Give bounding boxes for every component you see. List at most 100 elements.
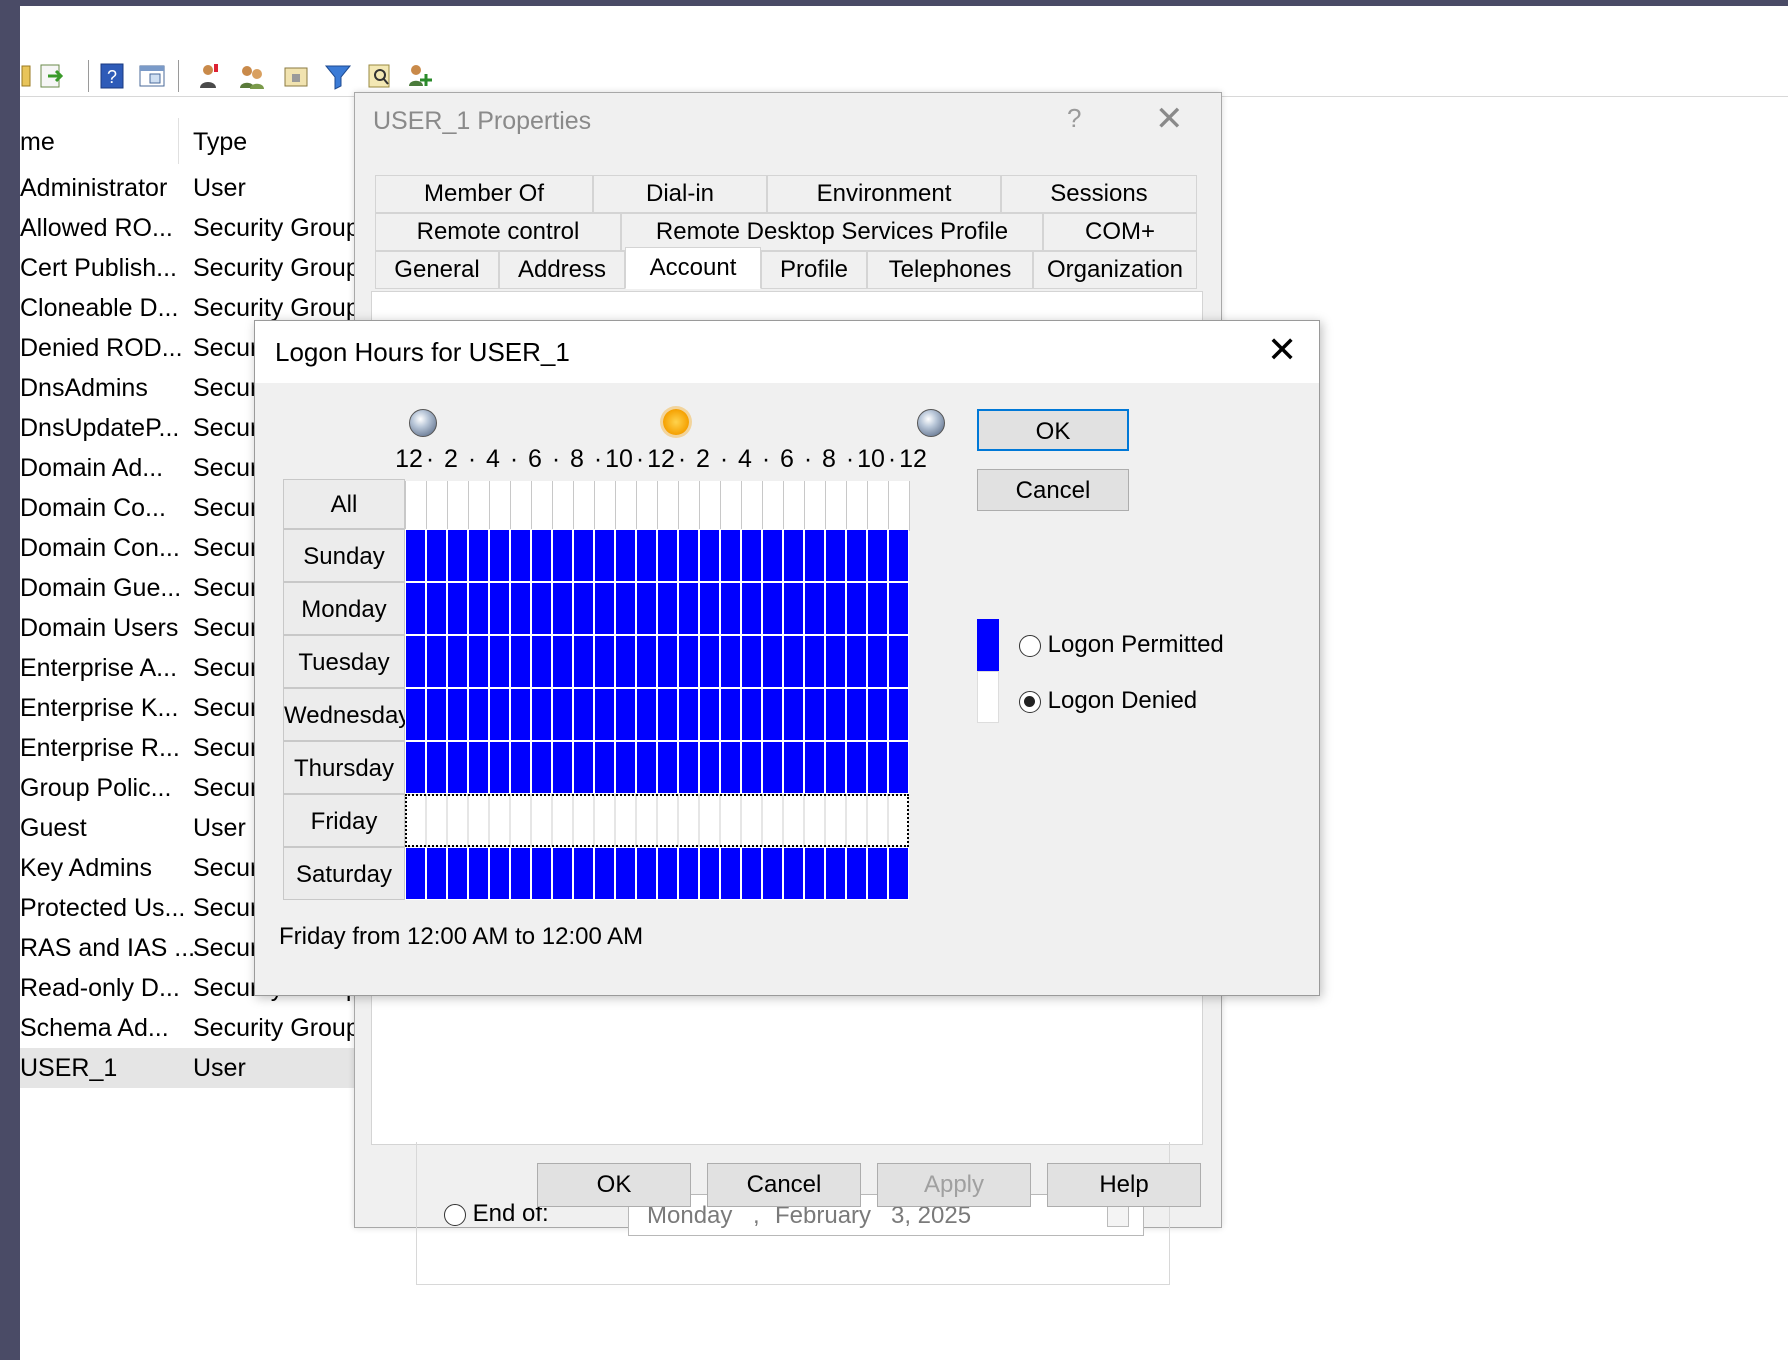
hour-cell[interactable] bbox=[825, 635, 846, 688]
hour-cell[interactable] bbox=[405, 529, 426, 582]
hour-cell[interactable] bbox=[846, 635, 867, 688]
ok-button[interactable]: OK bbox=[977, 409, 1129, 451]
day-button-monday[interactable]: Monday bbox=[283, 582, 405, 635]
hour-cell[interactable] bbox=[699, 847, 720, 900]
filter-icon[interactable] bbox=[324, 62, 352, 90]
hour-cell[interactable] bbox=[510, 794, 531, 847]
hour-cell[interactable] bbox=[468, 635, 489, 688]
hour-cell[interactable] bbox=[783, 847, 804, 900]
hour-cell[interactable] bbox=[741, 582, 762, 635]
hour-cell[interactable] bbox=[762, 847, 783, 900]
hour-cell[interactable] bbox=[552, 741, 573, 794]
hour-cell[interactable] bbox=[468, 529, 489, 582]
column-header-name[interactable]: me bbox=[20, 128, 55, 157]
hour-cell[interactable] bbox=[888, 741, 909, 794]
help-button[interactable]: ? bbox=[1067, 103, 1081, 134]
hour-cell[interactable] bbox=[741, 688, 762, 741]
help-button-bottom[interactable]: Help bbox=[1047, 1163, 1201, 1207]
hour-cell[interactable] bbox=[678, 847, 699, 900]
hour-cell[interactable] bbox=[405, 688, 426, 741]
hour-cell[interactable] bbox=[867, 741, 888, 794]
hour-cell[interactable] bbox=[594, 582, 615, 635]
logon-denied-option[interactable]: Logon Denied bbox=[1019, 687, 1197, 715]
hour-cell[interactable] bbox=[867, 529, 888, 582]
hour-column-header[interactable] bbox=[573, 481, 574, 531]
hour-cell[interactable] bbox=[552, 529, 573, 582]
hour-cell[interactable] bbox=[594, 741, 615, 794]
hour-cell[interactable] bbox=[741, 741, 762, 794]
hour-cell[interactable] bbox=[405, 794, 426, 847]
hour-cell[interactable] bbox=[720, 741, 741, 794]
hour-cell[interactable] bbox=[867, 688, 888, 741]
hour-cell[interactable] bbox=[510, 582, 531, 635]
hour-cell[interactable] bbox=[762, 688, 783, 741]
hour-column-header[interactable] bbox=[657, 481, 658, 531]
hour-cell[interactable] bbox=[657, 794, 678, 847]
hour-cell[interactable] bbox=[888, 688, 909, 741]
column-header-type[interactable]: Type bbox=[193, 128, 247, 157]
cancel-button[interactable]: Cancel bbox=[977, 469, 1129, 511]
tab-address[interactable]: Address bbox=[499, 251, 625, 289]
hour-cell[interactable] bbox=[783, 529, 804, 582]
list-item[interactable]: Schema Ad... Security Group bbox=[20, 1008, 380, 1048]
hour-column-header[interactable] bbox=[552, 481, 553, 531]
hour-cell[interactable] bbox=[426, 688, 447, 741]
new-group-icon[interactable] bbox=[238, 62, 266, 90]
hour-cell[interactable] bbox=[804, 635, 825, 688]
list-item[interactable]: Cert Publish... Security Group bbox=[20, 248, 380, 288]
logon-hours-grid[interactable] bbox=[405, 529, 909, 905]
hour-column-header[interactable] bbox=[699, 481, 700, 531]
select-all-button[interactable]: All bbox=[283, 479, 405, 529]
hour-cell[interactable] bbox=[699, 529, 720, 582]
hour-cell[interactable] bbox=[825, 688, 846, 741]
hour-cell[interactable] bbox=[405, 847, 426, 900]
hour-cell[interactable] bbox=[846, 688, 867, 741]
hour-column-header[interactable] bbox=[489, 481, 490, 531]
hour-cell[interactable] bbox=[678, 635, 699, 688]
hour-cell[interactable] bbox=[552, 688, 573, 741]
hour-cell[interactable] bbox=[447, 741, 468, 794]
hour-cell[interactable] bbox=[657, 688, 678, 741]
hour-cell[interactable] bbox=[846, 794, 867, 847]
hour-cell[interactable] bbox=[888, 582, 909, 635]
close-icon[interactable]: ✕ bbox=[1155, 99, 1184, 139]
day-button-sunday[interactable]: Sunday bbox=[283, 529, 405, 582]
list-item[interactable]: Allowed RO... Security Group bbox=[20, 208, 380, 248]
console-view-icon[interactable] bbox=[138, 62, 166, 90]
list-item[interactable]: Administrator User bbox=[20, 168, 380, 208]
hour-cell[interactable] bbox=[804, 688, 825, 741]
hour-cell[interactable] bbox=[510, 688, 531, 741]
hour-cell[interactable] bbox=[720, 582, 741, 635]
hour-cell[interactable] bbox=[867, 635, 888, 688]
hour-cell[interactable] bbox=[405, 741, 426, 794]
hour-cell[interactable] bbox=[804, 582, 825, 635]
hour-cell[interactable] bbox=[846, 741, 867, 794]
hour-cell[interactable] bbox=[573, 529, 594, 582]
hour-column-header[interactable] bbox=[741, 481, 742, 531]
hour-cell[interactable] bbox=[447, 847, 468, 900]
list-item-selected[interactable]: USER_1 User bbox=[20, 1048, 360, 1088]
hour-cell[interactable] bbox=[531, 847, 552, 900]
hour-column-header[interactable] bbox=[678, 481, 679, 531]
find-icon[interactable] bbox=[366, 62, 394, 90]
hour-cell[interactable] bbox=[615, 635, 636, 688]
hour-cell[interactable] bbox=[447, 582, 468, 635]
hour-cell[interactable] bbox=[867, 582, 888, 635]
hour-cell[interactable] bbox=[720, 688, 741, 741]
hour-cell[interactable] bbox=[426, 635, 447, 688]
hour-cell[interactable] bbox=[510, 635, 531, 688]
hour-cell[interactable] bbox=[489, 582, 510, 635]
hour-cell[interactable] bbox=[657, 741, 678, 794]
hour-cell[interactable] bbox=[741, 529, 762, 582]
tab-remote-desktop-profile[interactable]: Remote Desktop Services Profile bbox=[621, 213, 1043, 251]
help-icon[interactable]: ? bbox=[98, 62, 126, 90]
hour-column-header[interactable] bbox=[468, 481, 469, 531]
hour-column-header[interactable] bbox=[405, 481, 406, 531]
hour-cell[interactable] bbox=[531, 741, 552, 794]
hour-cell[interactable] bbox=[741, 794, 762, 847]
hour-cell[interactable] bbox=[531, 635, 552, 688]
hour-cell[interactable] bbox=[426, 847, 447, 900]
day-button-friday[interactable]: Friday bbox=[283, 794, 405, 847]
end-of-radio[interactable] bbox=[444, 1203, 466, 1226]
hour-cell[interactable] bbox=[783, 688, 804, 741]
